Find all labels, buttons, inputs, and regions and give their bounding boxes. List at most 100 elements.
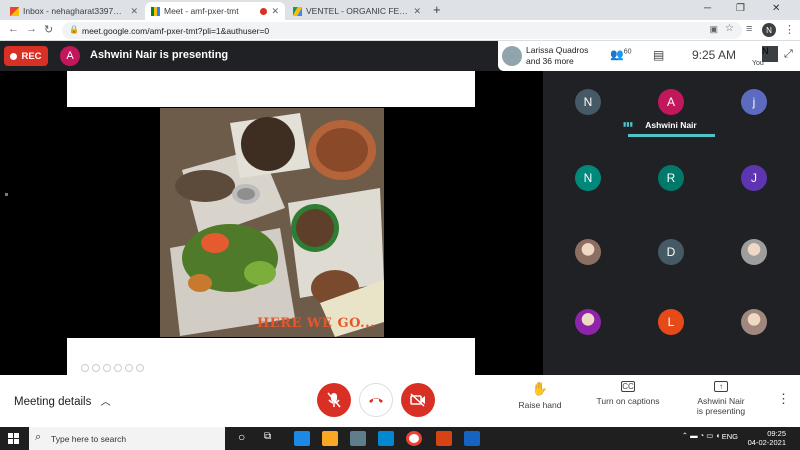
chat-icon[interactable]: ▤ [653,48,664,62]
close-icon[interactable]: ✕ [130,6,138,17]
media-control-icon[interactable]: ≡ [746,23,752,35]
captions-button[interactable]: CC Turn on captions [588,381,668,406]
slide-zoom-icon[interactable] [125,364,133,372]
close-icon[interactable]: ✕ [413,6,421,17]
menu-icon[interactable]: ⋮ [784,23,795,36]
slide-pen-icon[interactable] [103,364,111,372]
slide-nav-forward-icon[interactable] [92,364,100,372]
reload-icon[interactable]: ↻ [44,23,53,36]
slide-nav-back-icon[interactable] [81,364,89,372]
word-icon[interactable] [464,431,480,446]
clock-time: 09:25 [767,429,786,438]
people-count: 60 [623,48,632,56]
back-icon[interactable]: ← [8,23,19,35]
participant-avatar: N [575,165,601,191]
slide-view-icon[interactable] [114,364,122,372]
tab-drive-doc[interactable]: VENTEL - ORGANIC FERTILIZER.m ✕ [287,2,427,20]
mail-icon[interactable] [378,431,394,446]
people-summary-name: Larissa Quadros [526,45,589,55]
leave-call-button[interactable] [359,383,393,417]
slide-caption: HERE WE GO... [257,316,376,331]
star-icon[interactable]: ☆ [725,23,734,34]
slide-controls [81,364,144,372]
tab-title: Meet - amf-pxer-tmt [164,6,239,16]
participant-tile[interactable]: D [631,229,711,289]
chrome-icon[interactable] [406,431,422,446]
participant-grid: N A Ashwini Nair ▮▮▮ j N R J D L [543,71,800,375]
windows-taskbar: ⌕ Type here to search ○ ⧉ ⌃ ▬ ◔ ▭ ◖ ENG … [0,427,800,450]
self-label: You [752,60,764,67]
participant-tile[interactable] [714,299,794,359]
system-tray: ⌃ ▬ ◔ ▭ ◖ ENG 09:25 04-02-2021 [682,429,796,447]
slide-top-area [67,71,475,107]
meeting-clock: 9:25 AM [692,48,737,62]
new-tab-button[interactable]: + [433,2,441,17]
present-screen-icon: ↑ [714,381,728,392]
participant-tile[interactable]: N [548,155,628,215]
drive-icon [293,6,302,16]
powerpoint-icon[interactable] [436,431,452,446]
mic-off-icon [327,392,341,408]
meeting-details-button[interactable]: Meeting details ︿ [14,393,111,408]
edge-icon[interactable] [294,431,310,446]
camera-toggle-button[interactable] [401,383,435,417]
participant-avatar: j [741,89,767,115]
search-placeholder: Type here to search [51,433,127,444]
people-button[interactable]: 👥60 [610,48,632,61]
captions-label: Turn on captions [596,396,660,406]
window-close-icon[interactable]: ✕ [772,3,780,14]
participant-tile[interactable]: J [714,155,794,215]
language-indicator[interactable]: ENG [722,432,738,441]
file-explorer-icon[interactable] [322,431,338,446]
participant-avatar: A [658,89,684,115]
meet-top-bar: REC A Ashwini Nair is presenting Larissa… [0,41,800,71]
participant-tile[interactable] [714,229,794,289]
meet-icon [151,6,160,16]
cortana-icon[interactable]: ○ [238,430,245,444]
end-call-icon [369,398,383,403]
profile-avatar[interactable]: N [762,23,776,37]
tab-meet[interactable]: Meet - amf-pxer-tmt ✕ [145,2,285,20]
tab-gmail[interactable]: Inbox - nehagharat3397@gmail.c ✕ [4,2,144,20]
camera-in-use-icon[interactable]: ▣ [709,24,718,35]
presenting-name: Ashwini Nair [697,396,745,406]
participant-tile[interactable] [548,299,628,359]
participant-tile[interactable]: L [631,299,711,359]
clock-date: 04-02-2021 [747,438,786,447]
participant-avatar: J [741,165,767,191]
rec-label: REC [21,50,42,62]
active-speaker-bar [628,134,715,137]
record-dot-icon [10,52,18,60]
raise-hand-button[interactable]: ✋ Raise hand [500,381,580,410]
presentation-button[interactable]: ↑ Ashwini Nair is presenting [681,381,761,416]
slide-more-icon[interactable] [136,364,144,372]
store-icon[interactable] [350,431,366,446]
tray-icons[interactable]: ⌃ ▬ ◔ ▭ ◖ [682,431,720,440]
participant-tile[interactable]: R [631,155,711,215]
gmail-icon [10,6,19,16]
more-options-icon[interactable]: ⋮ [777,391,790,407]
participant-tile[interactable]: j [714,79,794,139]
mic-toggle-button[interactable] [317,383,351,417]
close-icon[interactable]: ✕ [271,6,279,17]
camera-off-icon [410,393,425,407]
participant-avatar: L [658,309,684,335]
presenting-banner: Ashwini Nair is presenting [90,49,229,61]
people-summary[interactable]: Larissa Quadros and 36 more [526,45,588,67]
expand-icon[interactable]: ⤢ [784,48,793,61]
self-avatar: N [762,46,778,62]
recording-badge: REC [4,46,48,66]
participant-tile[interactable]: N [548,79,628,139]
participant-tile[interactable] [548,229,628,289]
url-field[interactable]: 🔒 meet.google.com/amf-pxer-tmt?pli=1&aut… [62,22,742,39]
participant-photo-avatar [741,309,767,335]
task-view-icon[interactable]: ⧉ [264,431,271,442]
clock[interactable]: 09:25 04-02-2021 [748,429,786,447]
minimize-icon[interactable]: ─ [704,3,711,14]
restore-icon[interactable]: ❐ [736,3,745,14]
taskbar-search-box[interactable]: ⌕ Type here to search [29,427,225,450]
forward-icon[interactable]: → [26,23,37,35]
meeting-details-label: Meeting details [14,396,92,408]
windows-start-icon[interactable] [8,433,19,444]
participant-tile[interactable]: A Ashwini Nair ▮▮▮ [623,79,715,139]
